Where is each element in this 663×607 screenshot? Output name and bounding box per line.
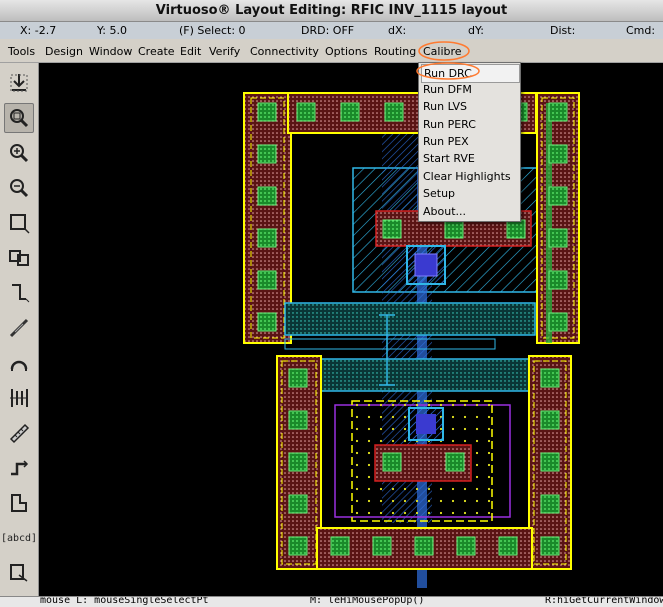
- mouse-binding-bar: mouse L: mouseSingleSelectPt M: leHiMous…: [0, 596, 663, 607]
- menu-item-run-perc[interactable]: Run PERC: [423, 116, 517, 133]
- status-x: X: -2.7: [20, 24, 57, 37]
- mouse-middle-binding: M: leHiMousePopUp(): [310, 596, 425, 606]
- calibre-dropdown-menu: Run DRC Run DFM Run LVS Run PERC Run PEX…: [418, 62, 521, 222]
- status-select: (F) Select: 0: [179, 24, 246, 37]
- tool-palette: [abcd]: [0, 63, 39, 606]
- menu-routing[interactable]: Routing: [374, 45, 416, 58]
- menu-item-run-dfm[interactable]: Run DFM: [423, 81, 517, 98]
- status-dist: Dist:: [550, 24, 576, 37]
- status-drd: DRD: OFF: [301, 24, 355, 37]
- ruler-icon[interactable]: [4, 418, 34, 448]
- select-icon[interactable]: [4, 558, 34, 588]
- menu-options[interactable]: Options: [325, 45, 367, 58]
- menu-item-setup[interactable]: Setup: [423, 185, 517, 202]
- menu-design[interactable]: Design: [45, 45, 83, 58]
- status-dx: dX:: [388, 24, 407, 37]
- coordinate-status-bar: X: -2.7 Y: 5.0 (F) Select: 0 DRD: OFF dX…: [0, 22, 663, 39]
- layout-drawing: [243, 92, 580, 588]
- stretch-icon[interactable]: [4, 453, 34, 483]
- fit-view-icon[interactable]: [4, 103, 34, 133]
- menu-edit[interactable]: Edit: [180, 45, 201, 58]
- polygon-icon[interactable]: [4, 488, 34, 518]
- menu-window[interactable]: Window: [89, 45, 132, 58]
- menu-connectivity[interactable]: Connectivity: [250, 45, 319, 58]
- mouse-right-binding: R:hiGetCurrentWindow: [545, 596, 663, 606]
- status-dy: dY:: [468, 24, 484, 37]
- zoom-out-icon[interactable]: [4, 173, 34, 203]
- save-icon[interactable]: [4, 68, 34, 98]
- label-icon[interactable]: [abcd]: [1, 523, 37, 553]
- layout-canvas[interactable]: [39, 63, 663, 596]
- rectangle-icon[interactable]: [4, 208, 34, 238]
- menu-item-run-pex[interactable]: Run PEX: [423, 133, 517, 150]
- menu-bar: Tools Design Window Create Edit Verify C…: [0, 40, 663, 63]
- menu-item-clear-highlights[interactable]: Clear Highlights: [423, 168, 517, 185]
- menu-create[interactable]: Create: [138, 45, 175, 58]
- menu-calibre[interactable]: Calibre: [423, 45, 462, 58]
- menu-tools[interactable]: Tools: [8, 45, 35, 58]
- path-icon[interactable]: [4, 278, 34, 308]
- menu-item-start-rve[interactable]: Start RVE: [423, 150, 517, 167]
- menu-item-run-lvs[interactable]: Run LVS: [423, 98, 517, 115]
- mouse-left-binding: mouse L: mouseSingleSelectPt: [40, 596, 209, 606]
- instance-icon[interactable]: [4, 243, 34, 273]
- status-cmd: Cmd:: [626, 24, 656, 37]
- menu-item-about[interactable]: About...: [423, 203, 517, 220]
- align-icon[interactable]: [4, 383, 34, 413]
- window-title: Virtuoso® Layout Editing: RFIC INV_1115 …: [0, 0, 663, 22]
- arc-icon[interactable]: [4, 348, 34, 378]
- zoom-in-icon[interactable]: [4, 138, 34, 168]
- menu-verify[interactable]: Verify: [209, 45, 240, 58]
- wire-icon[interactable]: [4, 313, 34, 343]
- status-y: Y: 5.0: [97, 24, 127, 37]
